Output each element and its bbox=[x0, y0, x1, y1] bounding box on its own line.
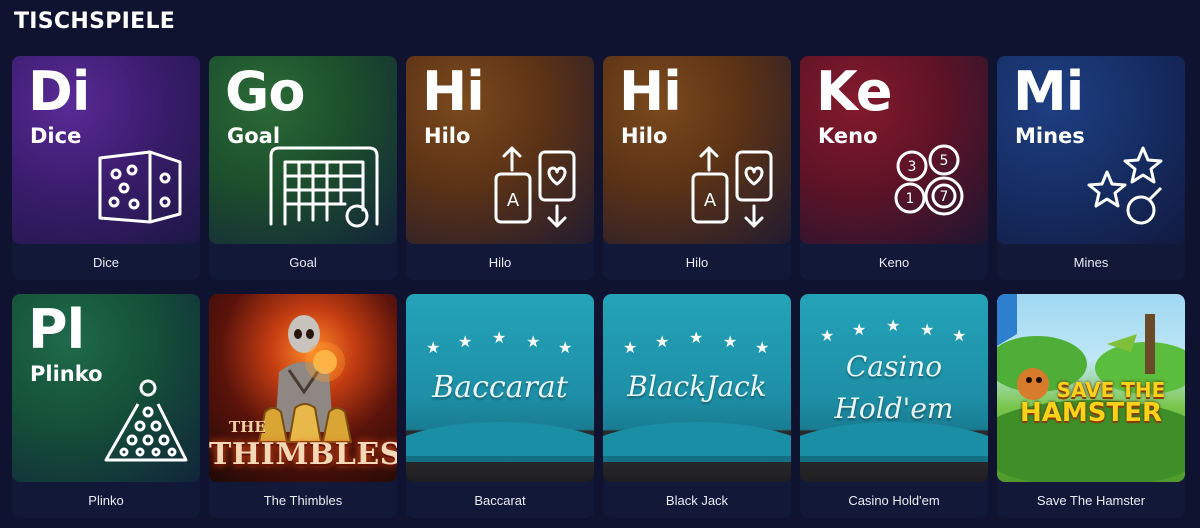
game-caption[interactable]: Casino Hold'em bbox=[800, 482, 988, 518]
game-thumbnail[interactable]: SAVE THE HAMSTER bbox=[997, 294, 1185, 482]
keno-ball-number: 5 bbox=[940, 153, 949, 169]
section-title: TISCHSPIELE bbox=[14, 9, 176, 34]
game-card-plinko[interactable]: Pl Plinko Plinko bbox=[12, 294, 200, 518]
game-abbreviation: Mi bbox=[1013, 60, 1084, 123]
rating-stars: ★ ★ ★ ★ ★ bbox=[800, 318, 988, 352]
stars-and-bomb-icon bbox=[1085, 144, 1173, 228]
game-card-keno[interactable]: Ke Keno 3 5 1 7 Keno bbox=[800, 56, 988, 280]
star-icon: ★ bbox=[755, 340, 770, 357]
star-icon: ★ bbox=[920, 322, 935, 339]
game-thumbnail[interactable]: Go Goal bbox=[209, 56, 397, 244]
star-icon: ★ bbox=[689, 330, 704, 347]
game-thumbnail[interactable]: Hi Hilo A bbox=[406, 56, 594, 244]
star-icon: ★ bbox=[723, 334, 738, 351]
game-card-save-the-hamster[interactable]: SAVE THE HAMSTER Save The Hamster bbox=[997, 294, 1185, 518]
game-grid: Di Dice Dice Go Goal Goal Hi Hilo A Hilo… bbox=[12, 56, 1185, 518]
game-title-art: Plinko bbox=[30, 362, 103, 386]
game-caption[interactable]: Mines bbox=[997, 244, 1185, 280]
star-icon: ★ bbox=[820, 328, 835, 345]
soccer-goal-icon bbox=[265, 144, 383, 230]
game-abbreviation: Ke bbox=[816, 60, 893, 123]
game-card-hilo[interactable]: Hi Hilo A Hilo bbox=[603, 56, 791, 280]
game-caption[interactable]: Black Jack bbox=[603, 482, 791, 518]
game-title-art: Hold'em bbox=[834, 392, 954, 425]
star-icon: ★ bbox=[886, 318, 901, 335]
game-thumbnail[interactable]: Ke Keno 3 5 1 7 bbox=[800, 56, 988, 244]
game-title-art: Keno bbox=[818, 124, 878, 148]
star-icon: ★ bbox=[623, 340, 638, 357]
card-letter: A bbox=[507, 190, 520, 211]
game-abbreviation: Go bbox=[225, 60, 305, 123]
game-thumbnail[interactable]: Mi Mines bbox=[997, 56, 1185, 244]
star-icon: ★ bbox=[458, 334, 473, 351]
star-icon: ★ bbox=[558, 340, 573, 357]
keno-ball-number: 7 bbox=[940, 189, 949, 205]
game-abbreviation: Di bbox=[28, 60, 90, 123]
game-caption[interactable]: Baccarat bbox=[406, 482, 594, 518]
keno-ball-number: 1 bbox=[906, 191, 915, 207]
game-title-art: HAMSTER bbox=[1020, 398, 1162, 428]
playing-cards-icon: A bbox=[490, 144, 586, 230]
star-icon: ★ bbox=[426, 340, 441, 357]
game-thumbnail[interactable]: Di Dice bbox=[12, 56, 200, 244]
game-title-art: Baccarat bbox=[432, 370, 568, 405]
game-thumbnail[interactable]: ★ ★ ★ ★ ★ BlackJack bbox=[603, 294, 791, 482]
card-letter: A bbox=[704, 190, 717, 211]
plinko-pyramid-icon bbox=[100, 378, 192, 468]
game-card-baccarat[interactable]: ★ ★ ★ ★ ★ Baccarat Baccarat bbox=[406, 294, 594, 518]
game-title-art: Hilo bbox=[424, 124, 471, 148]
table-felt bbox=[603, 422, 791, 462]
game-title-art: THIMBLES bbox=[209, 437, 397, 472]
game-card-black-jack[interactable]: ★ ★ ★ ★ ★ BlackJack Black Jack bbox=[603, 294, 791, 518]
playing-cards-icon: A bbox=[687, 144, 783, 230]
keno-ball-number: 3 bbox=[908, 159, 917, 175]
game-card-goal[interactable]: Go Goal Goal bbox=[209, 56, 397, 280]
star-icon: ★ bbox=[952, 328, 967, 345]
game-title-art: THE bbox=[229, 418, 266, 436]
game-thumbnail[interactable]: ★ ★ ★ ★ ★ Casino Hold'em bbox=[800, 294, 988, 482]
star-icon: ★ bbox=[492, 330, 507, 347]
rating-stars: ★ ★ ★ ★ ★ bbox=[406, 330, 594, 357]
game-caption[interactable]: Dice bbox=[12, 244, 200, 280]
game-caption[interactable]: Hilo bbox=[406, 244, 594, 280]
lottery-balls-icon: 3 5 1 7 bbox=[888, 144, 978, 224]
game-title-art: Dice bbox=[30, 124, 82, 148]
game-caption[interactable]: Goal bbox=[209, 244, 397, 280]
game-caption[interactable]: Plinko bbox=[12, 482, 200, 518]
game-title-art: BlackJack bbox=[627, 370, 767, 403]
table-felt bbox=[406, 422, 594, 462]
star-icon: ★ bbox=[852, 322, 867, 339]
dice-icon bbox=[92, 144, 188, 228]
game-caption[interactable]: The Thimbles bbox=[209, 482, 397, 518]
game-abbreviation: Hi bbox=[619, 60, 682, 123]
game-caption[interactable]: Keno bbox=[800, 244, 988, 280]
game-title-art: Mines bbox=[1015, 124, 1085, 148]
game-caption[interactable]: Save The Hamster bbox=[997, 482, 1185, 518]
game-thumbnail[interactable]: THE THIMBLES bbox=[209, 294, 397, 482]
game-card-mines[interactable]: Mi Mines Mines bbox=[997, 56, 1185, 280]
game-thumbnail[interactable]: Hi Hilo A bbox=[603, 56, 791, 244]
game-title-art: Casino bbox=[845, 350, 943, 383]
game-caption[interactable]: Hilo bbox=[603, 244, 791, 280]
game-thumbnail[interactable]: ★ ★ ★ ★ ★ Baccarat bbox=[406, 294, 594, 482]
game-card-dice[interactable]: Di Dice Dice bbox=[12, 56, 200, 280]
table-felt bbox=[800, 422, 988, 462]
rating-stars: ★ ★ ★ ★ ★ bbox=[603, 330, 791, 357]
game-card-casino-holdem[interactable]: ★ ★ ★ ★ ★ Casino Hold'em Casino Hold'em bbox=[800, 294, 988, 518]
star-icon: ★ bbox=[526, 334, 541, 351]
game-abbreviation: Hi bbox=[422, 60, 485, 123]
star-icon: ★ bbox=[655, 334, 670, 351]
game-thumbnail[interactable]: Pl Plinko bbox=[12, 294, 200, 482]
game-card-the-thimbles[interactable]: THE THIMBLES The Thimbles bbox=[209, 294, 397, 518]
game-abbreviation: Pl bbox=[28, 298, 85, 361]
game-title-art: Hilo bbox=[621, 124, 668, 148]
game-card-hilo[interactable]: Hi Hilo A Hilo bbox=[406, 56, 594, 280]
